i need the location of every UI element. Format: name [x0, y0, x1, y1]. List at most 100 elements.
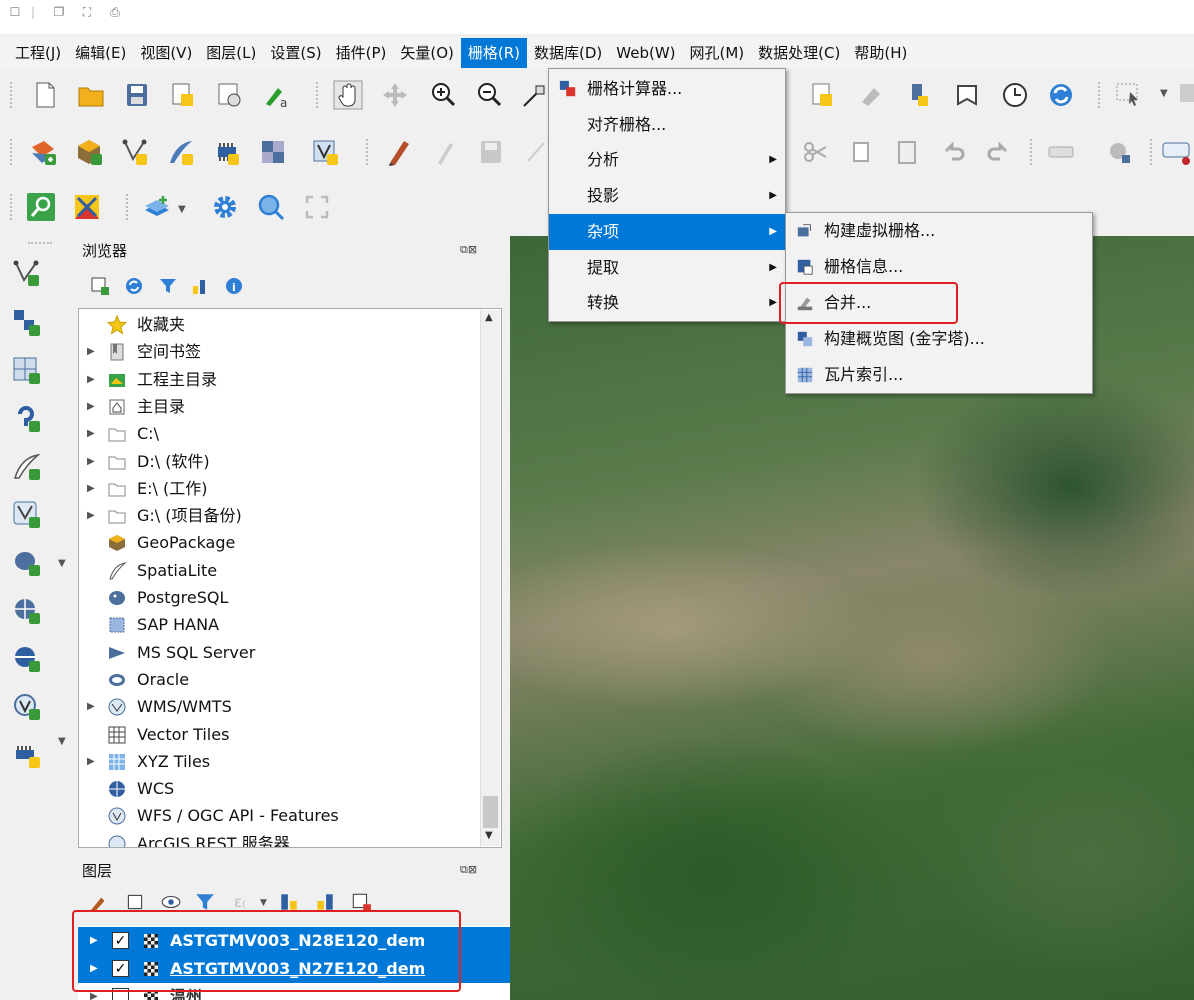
gear-icon[interactable]	[210, 192, 240, 222]
browser-item[interactable]: ▶ WMS/WMTS	[79, 693, 479, 720]
panel-float-close-icon[interactable]: ⧉⊠	[460, 863, 477, 877]
chevron-down-icon[interactable]: ▼	[58, 558, 66, 569]
browser-item[interactable]: ▶ 工程主目录	[79, 366, 479, 393]
add-wfs-ogc-icon[interactable]	[12, 692, 42, 722]
new-virtual-layer-icon[interactable]	[12, 404, 42, 434]
save-edits-icon[interactable]	[476, 137, 506, 167]
select-features-icon[interactable]	[1114, 80, 1144, 110]
zoom-out-icon[interactable]	[474, 80, 504, 110]
identify-search-icon[interactable]	[256, 192, 286, 222]
chevron-right-icon[interactable]: ▶	[87, 393, 95, 420]
open-project-icon[interactable]	[76, 80, 106, 110]
toolbar-grip[interactable]	[10, 82, 14, 108]
raster-menu-item[interactable]: 提取 ▶	[549, 250, 785, 286]
menu-9[interactable]: Web(W)	[609, 38, 682, 68]
toolbar-grip[interactable]	[1150, 139, 1154, 165]
misc-menu-item[interactable]: 构建虚拟栅格...	[786, 213, 1092, 249]
show-bookmarks-icon[interactable]	[904, 80, 934, 110]
browser-item[interactable]: Vector Tiles	[79, 721, 479, 748]
raster-plugin-icon[interactable]	[72, 192, 102, 222]
menu-4[interactable]: 设置(S)	[263, 38, 328, 68]
copy-icon[interactable]: ❐	[52, 5, 66, 19]
new-grid-layer-icon[interactable]	[12, 356, 42, 386]
browser-item[interactable]: WFS / OGC API - Features	[79, 802, 479, 829]
raster-menu-item[interactable]: 投影 ▶	[549, 178, 785, 214]
menu-8[interactable]: 数据库(D)	[527, 38, 609, 68]
add-wms-layer-icon[interactable]	[310, 137, 340, 167]
browser-item[interactable]: 收藏夹	[79, 311, 479, 338]
save-project-icon[interactable]	[122, 80, 152, 110]
chevron-right-icon[interactable]: ▶	[87, 693, 95, 720]
edit-icon[interactable]: ☐	[8, 5, 22, 19]
chevron-right-icon[interactable]: ▶	[87, 475, 95, 502]
zoom-extent-icon[interactable]	[520, 80, 550, 110]
collapse-all-icon[interactable]	[190, 276, 210, 296]
raster-menu-item[interactable]: 转换 ▶	[549, 285, 785, 321]
label-toolbar-icon[interactable]	[1046, 137, 1076, 167]
raster-menu-item[interactable]: 分析 ▶	[549, 142, 785, 178]
browser-item[interactable]: WCS	[79, 775, 479, 802]
browser-scrollbar[interactable]: ▲ ▼	[480, 310, 500, 846]
scroll-up-icon[interactable]: ▲	[485, 312, 493, 323]
browser-item[interactable]: ▶ XYZ Tiles	[79, 748, 479, 775]
info-icon[interactable]: i	[224, 276, 244, 296]
toolbar-grip[interactable]	[316, 82, 320, 108]
toolbar-grip[interactable]	[1030, 139, 1034, 165]
chevron-right-icon[interactable]: ▶	[87, 420, 95, 447]
new-map-view-icon[interactable]	[808, 80, 838, 110]
chevron-right-icon[interactable]: ▶	[87, 748, 95, 775]
browser-item[interactable]: PostgreSQL	[79, 584, 479, 611]
add-spatialite-icon[interactable]	[166, 137, 196, 167]
pin-label-icon[interactable]	[1104, 137, 1134, 167]
temporal-controller-icon[interactable]	[1000, 80, 1030, 110]
new-spatialite-icon[interactable]	[12, 452, 42, 482]
scroll-down-icon[interactable]: ▼	[485, 830, 493, 841]
new-temporary-layer-icon[interactable]	[12, 500, 42, 530]
menu-12[interactable]: 帮助(H)	[847, 38, 914, 68]
new-project-icon[interactable]	[30, 80, 60, 110]
show-labels-icon[interactable]	[1160, 137, 1190, 167]
browser-item[interactable]: SpatiaLite	[79, 557, 479, 584]
browser-item[interactable]: SAP HANA	[79, 611, 479, 638]
toolbar-grip[interactable]	[126, 194, 130, 220]
misc-menu-item[interactable]: 栅格信息...	[786, 249, 1092, 285]
chevron-down-icon[interactable]: ▼	[178, 204, 186, 215]
undo-icon[interactable]	[938, 137, 968, 167]
zoom-in-icon[interactable]	[428, 80, 458, 110]
menu-2[interactable]: 视图(V)	[133, 38, 199, 68]
new-raster-icon[interactable]	[12, 308, 42, 338]
browser-item[interactable]: GeoPackage	[79, 529, 479, 556]
browser-item[interactable]: MS SQL Server	[79, 639, 479, 666]
add-postgis-icon[interactable]	[12, 548, 42, 578]
toolbar-grip[interactable]	[28, 242, 52, 244]
misc-menu-item[interactable]: 构建概览图 (金字塔)...	[786, 321, 1092, 357]
menu-11[interactable]: 数据处理(C)	[751, 38, 847, 68]
new-vector-layer-icon[interactable]	[12, 258, 42, 288]
chevron-down-icon[interactable]: ▼	[1160, 88, 1168, 99]
add-selected-layers-icon[interactable]	[90, 276, 110, 296]
layer-styling-icon[interactable]	[142, 192, 172, 222]
toolbar-grip[interactable]	[366, 139, 370, 165]
new-print-layout-icon[interactable]	[168, 80, 198, 110]
menu-1[interactable]: 编辑(E)	[68, 38, 133, 68]
new-bookmark-icon[interactable]	[856, 80, 886, 110]
chevron-down-icon[interactable]: ▼	[58, 736, 66, 747]
browser-item[interactable]: ▶ G:\ (项目备份)	[79, 502, 479, 529]
browser-item[interactable]: ▶ D:\ (软件)	[79, 448, 479, 475]
menu-6[interactable]: 矢量(O)	[393, 38, 461, 68]
add-wcs-icon[interactable]	[12, 596, 42, 626]
browser-item[interactable]: ▶ 空间书签	[79, 338, 479, 365]
search-plugin-icon[interactable]	[26, 192, 56, 222]
chevron-down-icon[interactable]: ▼	[260, 898, 267, 908]
chevron-right-icon[interactable]: ▶	[87, 448, 95, 475]
browser-item[interactable]: ▶ E:\ (工作)	[79, 475, 479, 502]
redo-icon[interactable]	[984, 137, 1014, 167]
chevron-right-icon[interactable]: ▶	[87, 366, 95, 393]
browser-item[interactable]: ArcGIS REST 服务器	[79, 830, 479, 847]
toolbar-grip[interactable]	[10, 194, 14, 220]
style-manager-icon[interactable]: a	[260, 80, 290, 110]
paste-features-icon[interactable]	[892, 137, 922, 167]
pencil-disabled-icon[interactable]	[430, 137, 460, 167]
copy-features-icon[interactable]	[846, 137, 876, 167]
toolbar-grip[interactable]	[10, 139, 14, 165]
